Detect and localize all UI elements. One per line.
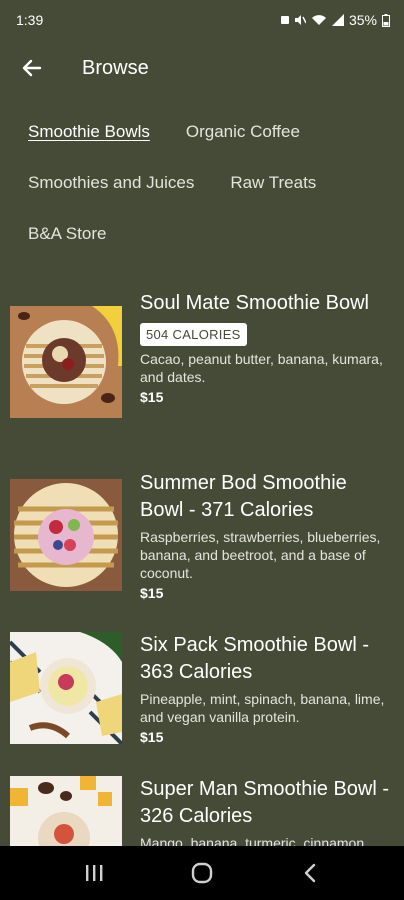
product-name: Soul Mate Smoothie Bowl bbox=[140, 292, 370, 314]
category-raw-treats[interactable]: Raw Treats bbox=[230, 173, 316, 193]
status-time: 1:39 bbox=[16, 12, 44, 28]
product-info: Summer Bod Smoothie Bowl - 371 Calories … bbox=[140, 470, 394, 601]
product-price: $15 bbox=[140, 585, 164, 601]
product-price: $15 bbox=[140, 389, 164, 405]
calorie-badge: 504 CALORIES bbox=[140, 323, 247, 346]
recent-apps-button[interactable] bbox=[70, 849, 118, 897]
category-organic-coffee[interactable]: Organic Coffee bbox=[186, 122, 300, 142]
arrow-left-icon bbox=[22, 59, 42, 77]
app-bar: Browse bbox=[0, 40, 404, 96]
system-nav-bar bbox=[0, 846, 404, 900]
product-image bbox=[10, 776, 122, 846]
product-price: $15 bbox=[140, 729, 164, 745]
product-image bbox=[10, 632, 122, 744]
product-info: Super Man Smoothie Bowl - 326 Calories M… bbox=[140, 776, 394, 852]
product-name: Six Pack Smoothie Bowl - 363 Calories bbox=[140, 634, 369, 683]
status-bar: 1:39 35% bbox=[0, 0, 404, 40]
category-list: Smoothie Bowls Organic Coffee Smoothies … bbox=[0, 106, 404, 259]
product-description: Raspberries, strawberries, blueberries, … bbox=[140, 529, 381, 581]
mute-icon bbox=[294, 15, 306, 25]
product-description: Pineapple, mint, spinach, banana, lime, … bbox=[140, 691, 385, 725]
recent-apps-icon bbox=[86, 865, 103, 881]
battery-icon bbox=[382, 13, 390, 27]
category-smoothies-and-juices[interactable]: Smoothies and Juices bbox=[28, 173, 194, 193]
signal-icon bbox=[331, 14, 344, 26]
category-smoothie-bowls[interactable]: Smoothie Bowls bbox=[28, 122, 150, 142]
product-description: Cacao, peanut butter, banana, kumara, an… bbox=[140, 351, 383, 385]
product-info: Soul Mate Smoothie Bowl 504 CALORIES Cac… bbox=[140, 290, 394, 405]
home-button[interactable] bbox=[178, 849, 226, 897]
home-icon bbox=[191, 862, 213, 884]
product-name: Super Man Smoothie Bowl - 326 Calories bbox=[140, 778, 390, 827]
page-title: Browse bbox=[82, 56, 149, 79]
wifi-icon bbox=[311, 15, 326, 25]
back-button[interactable] bbox=[8, 44, 56, 92]
battery-level: 35% bbox=[348, 12, 377, 28]
notification-icon bbox=[280, 16, 289, 24]
status-icons: 35% bbox=[280, 12, 390, 28]
chevron-left-icon bbox=[304, 863, 316, 883]
product-image bbox=[10, 479, 122, 591]
product-name: Summer Bod Smoothie Bowl - 371 Calories bbox=[140, 472, 347, 521]
category-ba-store[interactable]: B&A Store bbox=[28, 224, 106, 244]
product-info: Six Pack Smoothie Bowl - 363 Calories Pi… bbox=[140, 632, 394, 745]
system-back-button[interactable] bbox=[286, 849, 334, 897]
product-image bbox=[10, 306, 122, 418]
